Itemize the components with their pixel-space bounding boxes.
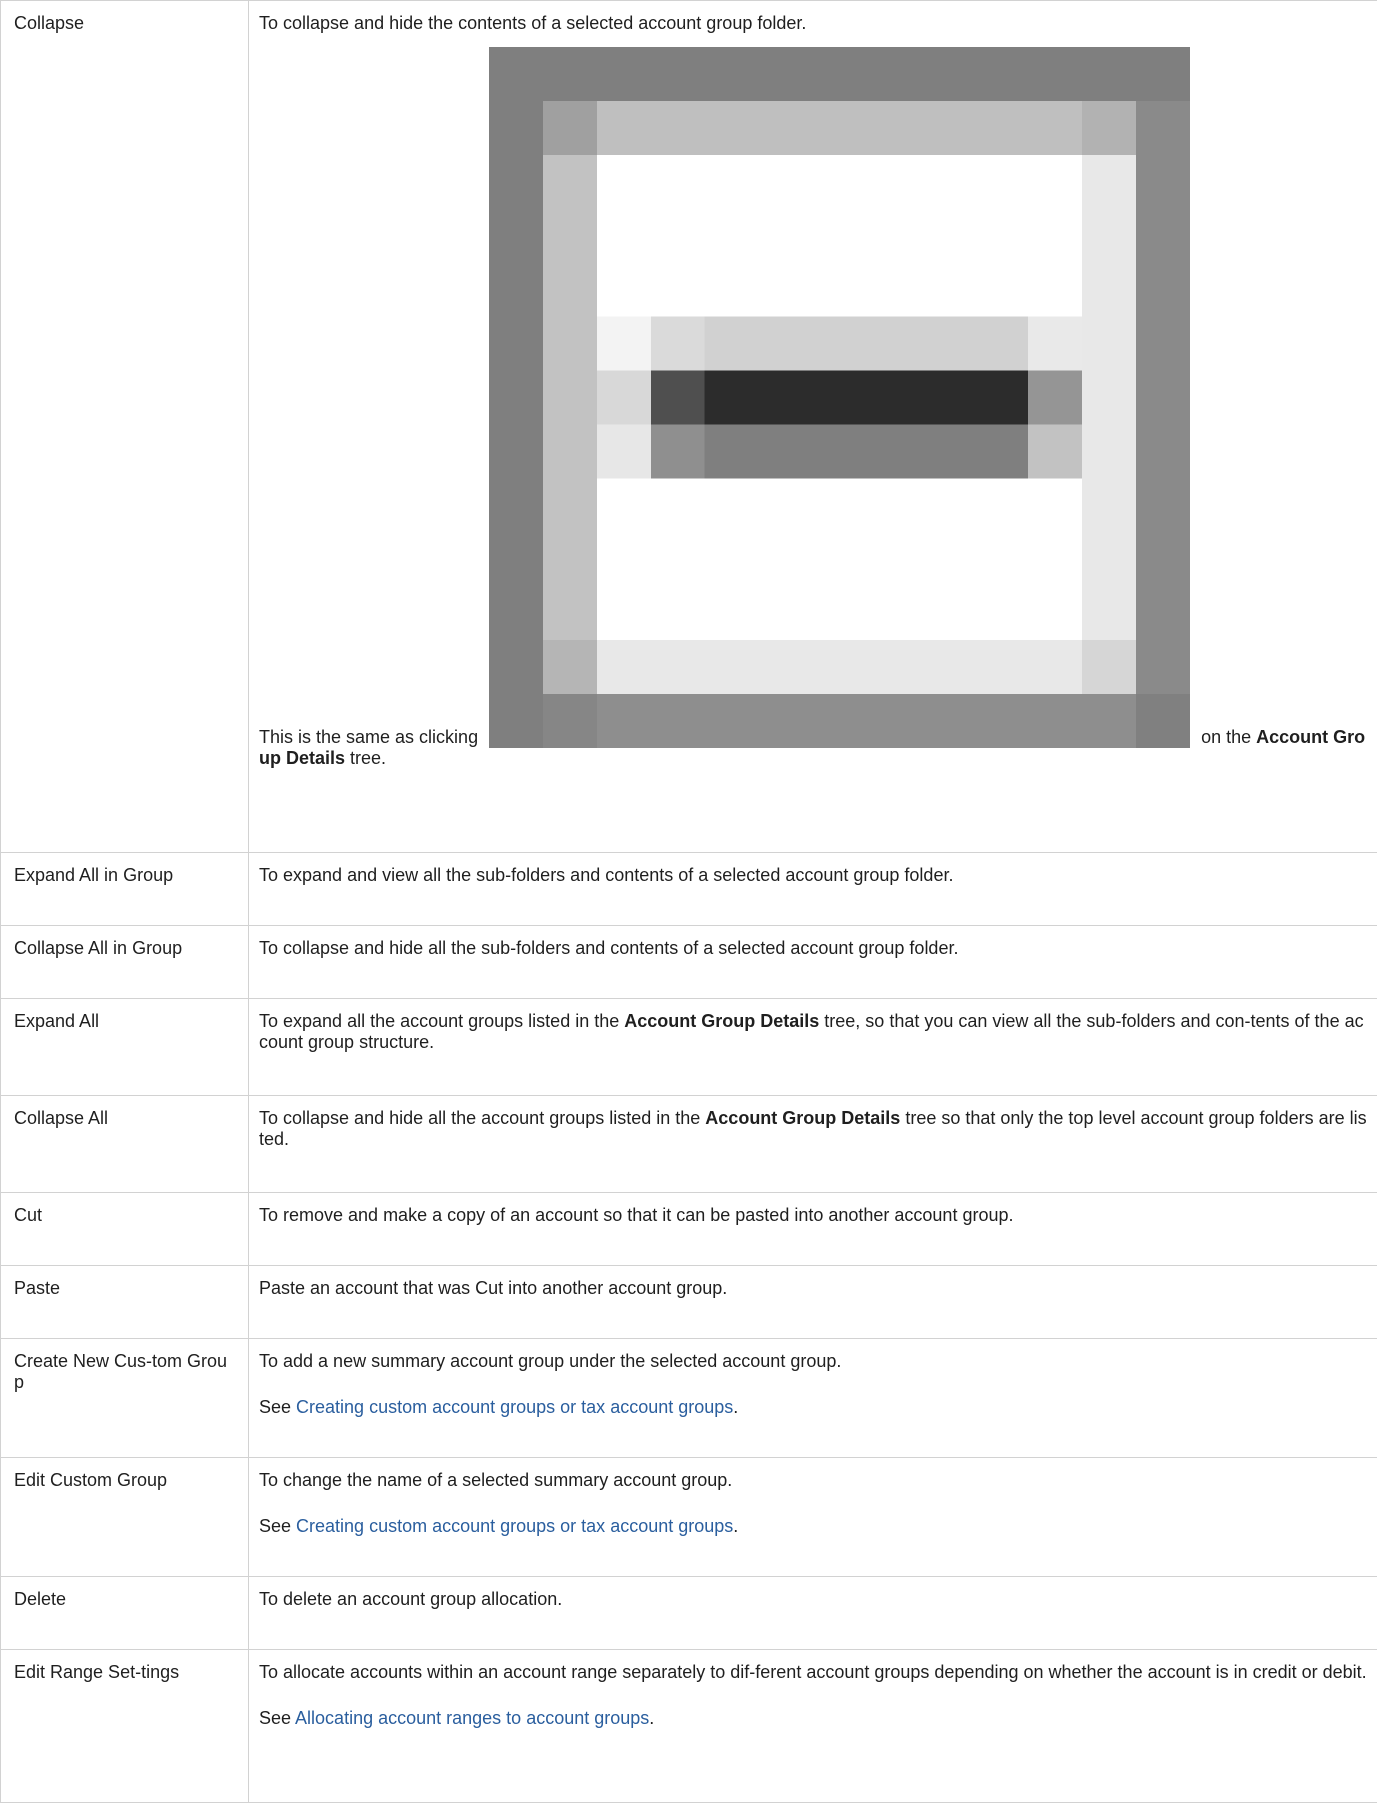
see-also: See Allocating account ranges to account… bbox=[259, 1708, 1367, 1729]
see-label: See bbox=[259, 1516, 296, 1536]
command-name: Expand All bbox=[1, 999, 249, 1096]
table-row: Edit Range Set-tings To allocate account… bbox=[1, 1650, 1377, 1803]
command-name: Paste bbox=[1, 1266, 249, 1339]
command-description: To collapse and hide the contents of a s… bbox=[249, 1, 1377, 853]
context-menu-reference-table: Collapse To collapse and hide the conten… bbox=[0, 0, 1377, 1803]
command-description: To expand all the account groups listed … bbox=[249, 999, 1377, 1096]
description-text: To change the name of a selected summary… bbox=[259, 1470, 1367, 1491]
ui-reference: Account Group Details bbox=[624, 1011, 819, 1031]
description-text: on the bbox=[1196, 727, 1256, 747]
table-row: Collapse All To collapse and hide all th… bbox=[1, 1096, 1377, 1193]
table-row: Cut To remove and make a copy of an acco… bbox=[1, 1193, 1377, 1266]
command-name: Collapse All in Group bbox=[1, 926, 249, 999]
description-text: To delete an account group allocation. bbox=[259, 1589, 1367, 1610]
table-row: Collapse To collapse and hide the conten… bbox=[1, 1, 1377, 853]
table-row: Paste Paste an account that was Cut into… bbox=[1, 1266, 1377, 1339]
description-text: To collapse and hide all the account gro… bbox=[259, 1108, 705, 1128]
command-name: Create New Cus-tom Group bbox=[1, 1339, 249, 1458]
command-name: Edit Range Set-tings bbox=[1, 1650, 249, 1803]
description-text: To collapse and hide all the account gro… bbox=[259, 1108, 1367, 1150]
command-description: To allocate accounts within an account r… bbox=[249, 1650, 1377, 1803]
see-also: See Creating custom account groups or ta… bbox=[259, 1397, 1367, 1418]
description-text: To expand all the account groups listed … bbox=[259, 1011, 1367, 1053]
table-row: Expand All in Group To expand and view a… bbox=[1, 853, 1377, 926]
description-text: This is the same as clicking bbox=[259, 727, 483, 747]
command-name: Edit Custom Group bbox=[1, 1458, 249, 1577]
creating-custom-groups-link[interactable]: Creating custom account groups or tax ac… bbox=[296, 1397, 733, 1417]
command-name: Expand All in Group bbox=[1, 853, 249, 926]
description-text: To collapse and hide all the sub-folders… bbox=[259, 938, 1367, 959]
see-label: See bbox=[259, 1708, 295, 1728]
description-text: Paste an account that was Cut into anoth… bbox=[259, 1278, 1367, 1299]
command-description: To delete an account group allocation. bbox=[249, 1577, 1377, 1650]
description-text: To expand and view all the sub-folders a… bbox=[259, 865, 1367, 886]
description-text: To add a new summary account group under… bbox=[259, 1351, 1367, 1372]
table-row: Collapse All in Group To collapse and hi… bbox=[1, 926, 1377, 999]
description-text: To remove and make a copy of an account … bbox=[259, 1205, 1367, 1226]
command-description: To expand and view all the sub-folders a… bbox=[249, 853, 1377, 926]
creating-custom-groups-link[interactable]: Creating custom account groups or tax ac… bbox=[296, 1516, 733, 1536]
command-description: To collapse and hide all the sub-folders… bbox=[249, 926, 1377, 999]
see-end: . bbox=[733, 1397, 738, 1417]
command-name: Collapse All bbox=[1, 1096, 249, 1193]
command-description: To change the name of a selected summary… bbox=[249, 1458, 1377, 1577]
command-description: To remove and make a copy of an account … bbox=[249, 1193, 1377, 1266]
description-text: To allocate accounts within an account r… bbox=[259, 1662, 1367, 1683]
command-description: To collapse and hide all the account gro… bbox=[249, 1096, 1377, 1193]
description-text: This is the same as clicking bbox=[259, 47, 1367, 769]
description-text: To expand all the account groups listed … bbox=[259, 1011, 624, 1031]
table-row: Create New Cus-tom Group To add a new su… bbox=[1, 1339, 1377, 1458]
table-row: Delete To delete an account group alloca… bbox=[1, 1577, 1377, 1650]
ui-reference: Account Group Details bbox=[705, 1108, 900, 1128]
description-text: tree. bbox=[345, 748, 386, 768]
see-label: See bbox=[259, 1397, 296, 1417]
command-name: Collapse bbox=[1, 1, 249, 853]
command-name: Cut bbox=[1, 1193, 249, 1266]
collapse-minus-icon bbox=[489, 47, 1190, 748]
see-end: . bbox=[649, 1708, 654, 1728]
table-row: Edit Custom Group To change the name of … bbox=[1, 1458, 1377, 1577]
table-row: Expand All To expand all the account gro… bbox=[1, 999, 1377, 1096]
command-description: Paste an account that was Cut into anoth… bbox=[249, 1266, 1377, 1339]
command-name: Delete bbox=[1, 1577, 249, 1650]
see-also: See Creating custom account groups or ta… bbox=[259, 1516, 1367, 1537]
description-text: To collapse and hide the contents of a s… bbox=[259, 13, 1367, 34]
allocating-account-ranges-link[interactable]: Allocating account ranges to account gro… bbox=[295, 1708, 649, 1728]
command-description: To add a new summary account group under… bbox=[249, 1339, 1377, 1458]
see-end: . bbox=[733, 1516, 738, 1536]
